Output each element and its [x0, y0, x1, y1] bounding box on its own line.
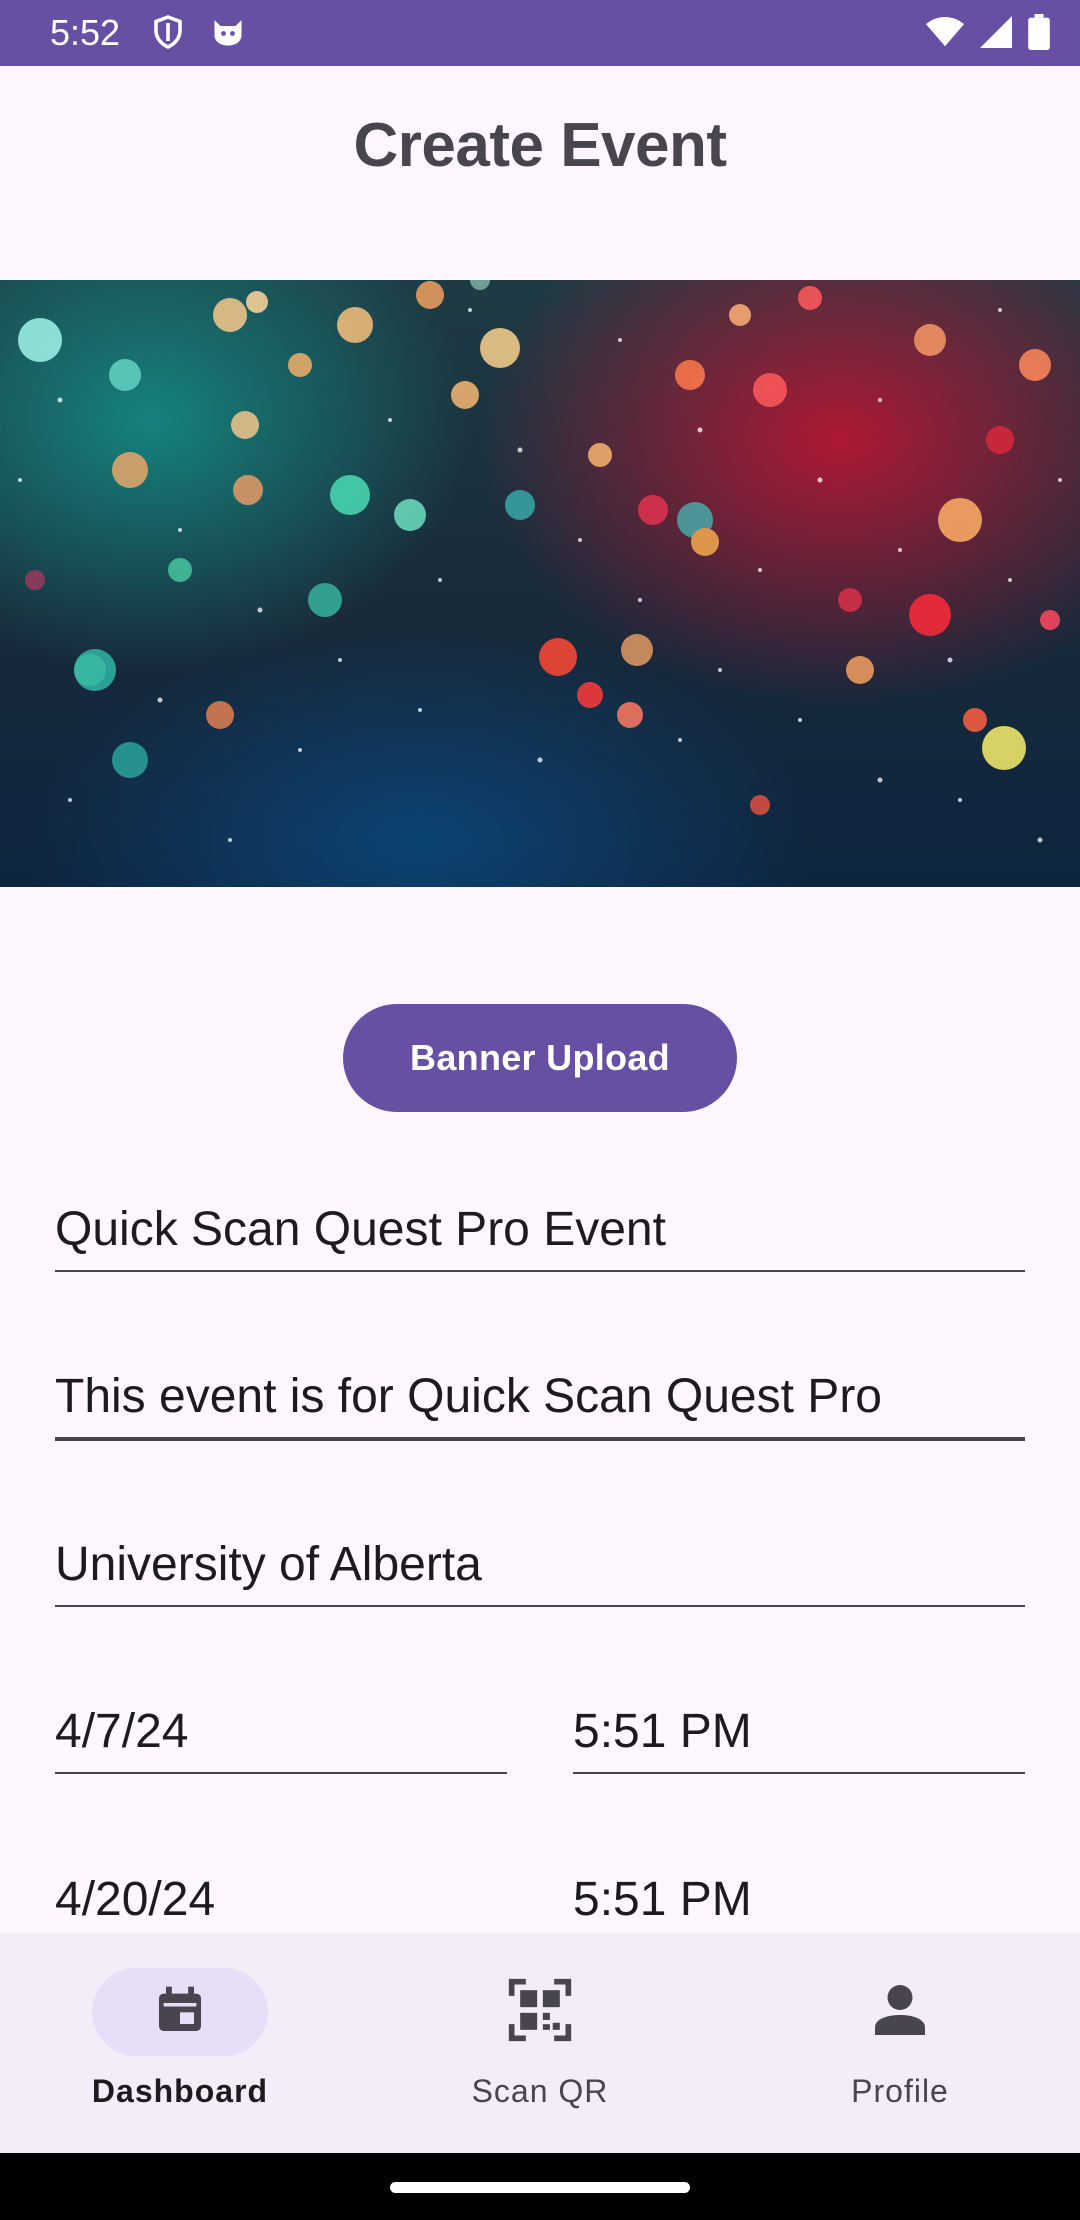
start-date-field[interactable]: 4/7/24: [55, 1702, 507, 1774]
start-time-field[interactable]: 5:51 PM: [573, 1702, 1025, 1774]
signal-icon: [980, 16, 1012, 53]
page-title: Create Event: [353, 111, 727, 180]
nav-item-scan-qr[interactable]: Scan QR: [360, 1933, 720, 2153]
nav-item-profile[interactable]: Profile: [720, 1933, 1080, 2153]
event-description-field[interactable]: This event is for Quick Scan Quest Pro: [55, 1367, 1025, 1441]
qr-scan-icon: [506, 1976, 574, 2049]
nav-icon-container: [812, 1968, 988, 2056]
person-icon: [870, 1980, 930, 2045]
calendar-icon: [152, 1982, 208, 2043]
cat-icon: [210, 14, 246, 55]
event-name-field[interactable]: Quick Scan Quest Pro Event: [55, 1200, 1025, 1272]
nav-label-dashboard: Dashboard: [91, 2073, 269, 2109]
nav-item-dashboard[interactable]: Dashboard: [0, 1933, 360, 2153]
nav-label-profile: Profile: [851, 2073, 949, 2109]
home-gesture-handle[interactable]: [390, 2182, 690, 2193]
shield-icon: [150, 14, 186, 55]
bottom-navigation: Dashboard Scan QR Profile: [0, 1933, 1080, 2153]
banner-image: [0, 280, 1080, 887]
nav-active-indicator: [92, 1968, 268, 2056]
status-time: 5:52: [50, 12, 121, 53]
nav-icon-container: [452, 1968, 628, 2056]
battery-icon: [1028, 14, 1050, 55]
event-location-field[interactable]: University of Alberta: [55, 1535, 1025, 1607]
end-time-field[interactable]: 5:51 PM: [573, 1870, 1025, 1942]
banner-upload-button[interactable]: Banner Upload: [343, 1004, 737, 1112]
wifi-icon: [926, 16, 964, 53]
gesture-navigation-bar: [0, 2153, 1080, 2220]
nav-label-scan-qr: Scan QR: [471, 2073, 609, 2109]
end-date-field[interactable]: 4/20/24: [55, 1870, 507, 1942]
status-bar: 5:52: [0, 0, 1080, 66]
